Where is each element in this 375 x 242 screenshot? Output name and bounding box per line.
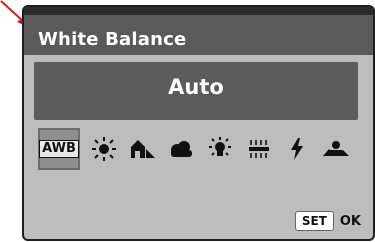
white-balance-screen: White Balance Auto AWB SET OK [22,5,375,241]
set-button[interactable]: SET [294,211,334,231]
tungsten-icon [209,137,232,156]
selected-value-bar: Auto [34,62,358,120]
daylight-icon [92,137,117,161]
wb-option-fluorescent[interactable] [240,130,277,168]
screen-title: White Balance [38,29,187,50]
wb-option-daylight[interactable] [86,130,123,168]
wb-option-custom[interactable] [317,130,354,168]
wb-option-shade[interactable] [125,130,162,168]
wb-option-tungsten[interactable] [202,130,239,168]
custom-wb-icon [322,141,349,156]
title-bar: White Balance [24,15,373,55]
ok-label: OK [339,213,361,229]
flash-icon [291,138,304,160]
wb-option-cloudy[interactable] [163,130,200,168]
shade-icon [130,140,155,158]
wb-option-flash[interactable] [279,130,316,168]
top-border [24,7,373,15]
fluorescent-icon [248,140,269,158]
awb-icon: AWB [39,140,79,158]
selected-value: Auto [168,75,224,99]
cloudy-icon [171,141,193,157]
set-ok-hint: SET OK [294,211,361,231]
wb-options-row: AWB [38,128,356,170]
wb-option-auto[interactable]: AWB [38,128,80,170]
